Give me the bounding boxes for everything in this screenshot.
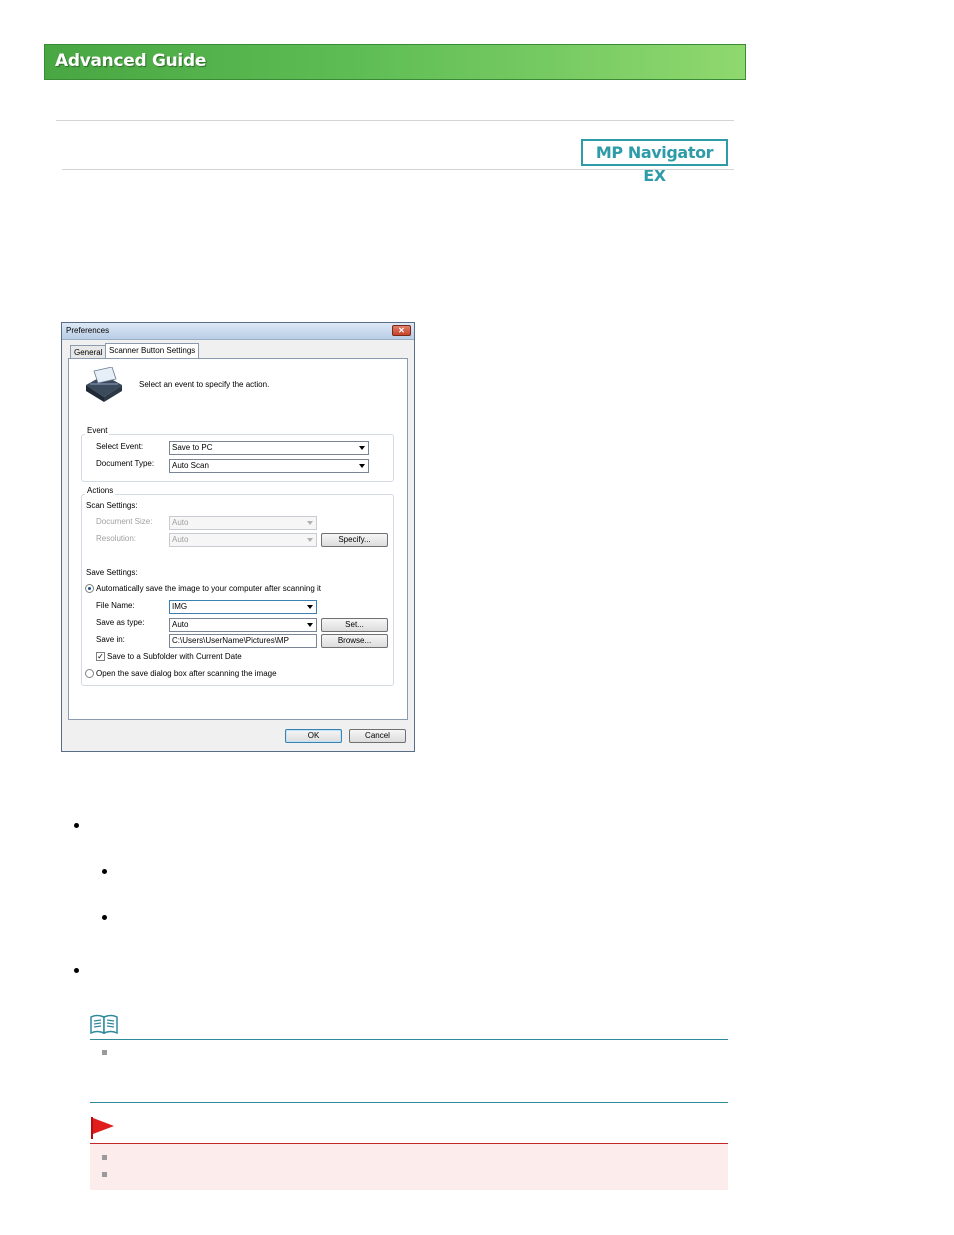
chevron-down-icon xyxy=(359,446,365,450)
scanner-icon xyxy=(86,367,122,402)
header-banner: Advanced Guide xyxy=(44,44,746,80)
instruction-text: Select an event to specify the action. xyxy=(139,380,270,389)
document-type-value: Auto Scan xyxy=(172,461,209,470)
document-size-dropdown[interactable]: Auto xyxy=(169,516,317,530)
browse-button[interactable]: Browse... xyxy=(321,634,388,648)
important-bullet xyxy=(102,1172,107,1177)
resolution-value: Auto xyxy=(172,535,189,544)
select-event-label: Select Event: xyxy=(96,442,144,451)
red-flag-icon xyxy=(91,1117,114,1139)
actions-group-label: Actions xyxy=(85,486,116,495)
save-as-type-dropdown[interactable]: Auto xyxy=(169,618,317,632)
list-bullet xyxy=(102,915,107,920)
document-size-label: Document Size: xyxy=(96,517,153,526)
resolution-label: Resolution: xyxy=(96,534,137,543)
open-dialog-option-label: Open the save dialog box after scanning … xyxy=(96,669,277,678)
dialog-title: Preferences xyxy=(66,326,110,335)
tab-scanner-button-settings[interactable]: Scanner Button Settings xyxy=(105,343,200,359)
tab-general[interactable]: General xyxy=(70,345,107,359)
save-as-type-label: Save as type: xyxy=(96,618,145,627)
banner-title: Advanced Guide xyxy=(55,51,207,71)
scan-settings-label: Scan Settings: xyxy=(86,501,138,510)
set-button[interactable]: Set... xyxy=(321,618,388,632)
save-in-label: Save in: xyxy=(96,635,125,644)
important-box xyxy=(90,1143,728,1190)
note-divider-bottom xyxy=(90,1102,728,1103)
ok-button[interactable]: OK xyxy=(285,729,342,743)
file-name-input[interactable]: IMG xyxy=(169,600,317,614)
list-bullet xyxy=(102,869,107,874)
save-settings-label: Save Settings: xyxy=(86,568,138,577)
cancel-button[interactable]: Cancel xyxy=(349,729,406,743)
divider-bottom xyxy=(62,169,734,170)
chevron-down-icon xyxy=(307,521,313,525)
event-group-label: Event xyxy=(85,426,110,435)
save-as-type-value: Auto xyxy=(172,620,189,629)
select-event-dropdown[interactable]: Save to PC xyxy=(169,441,369,455)
open-dialog-radio[interactable] xyxy=(85,669,94,678)
chevron-down-icon xyxy=(307,605,313,609)
file-name-value: IMG xyxy=(172,602,188,611)
document-type-label: Document Type: xyxy=(96,459,155,468)
resolution-dropdown[interactable]: Auto xyxy=(169,533,317,547)
important-bullet xyxy=(102,1155,107,1160)
auto-save-radio[interactable] xyxy=(85,584,94,593)
specify-button[interactable]: Specify... xyxy=(321,533,388,547)
preferences-dialog: Preferences ✕ General Scanner Button Set… xyxy=(61,322,415,752)
dialog-titlebar: Preferences ✕ xyxy=(62,323,414,340)
select-event-value: Save to PC xyxy=(172,443,213,452)
list-bullet xyxy=(74,968,79,973)
note-book-icon xyxy=(90,1014,118,1034)
chevron-down-icon xyxy=(359,464,365,468)
list-bullet xyxy=(74,823,79,828)
divider-top xyxy=(56,120,734,121)
subfolder-checkbox[interactable]: ✓ xyxy=(96,652,105,661)
chevron-down-icon xyxy=(307,538,313,542)
chevron-down-icon xyxy=(307,623,313,627)
actions-separator xyxy=(86,556,388,557)
document-size-value: Auto xyxy=(172,518,189,527)
subfolder-checkbox-label: Save to a Subfolder with Current Date xyxy=(107,652,242,661)
auto-save-option-label: Automatically save the image to your com… xyxy=(96,584,321,593)
document-type-dropdown[interactable]: Auto Scan xyxy=(169,459,369,473)
note-divider xyxy=(90,1039,728,1040)
save-in-field[interactable]: C:\Users\UserName\Pictures\MP Navigator xyxy=(169,634,317,648)
file-name-label: File Name: xyxy=(96,601,135,610)
product-badge: MP Navigator EX xyxy=(581,139,728,185)
close-icon[interactable]: ✕ xyxy=(392,325,411,336)
note-bullet xyxy=(102,1050,107,1055)
